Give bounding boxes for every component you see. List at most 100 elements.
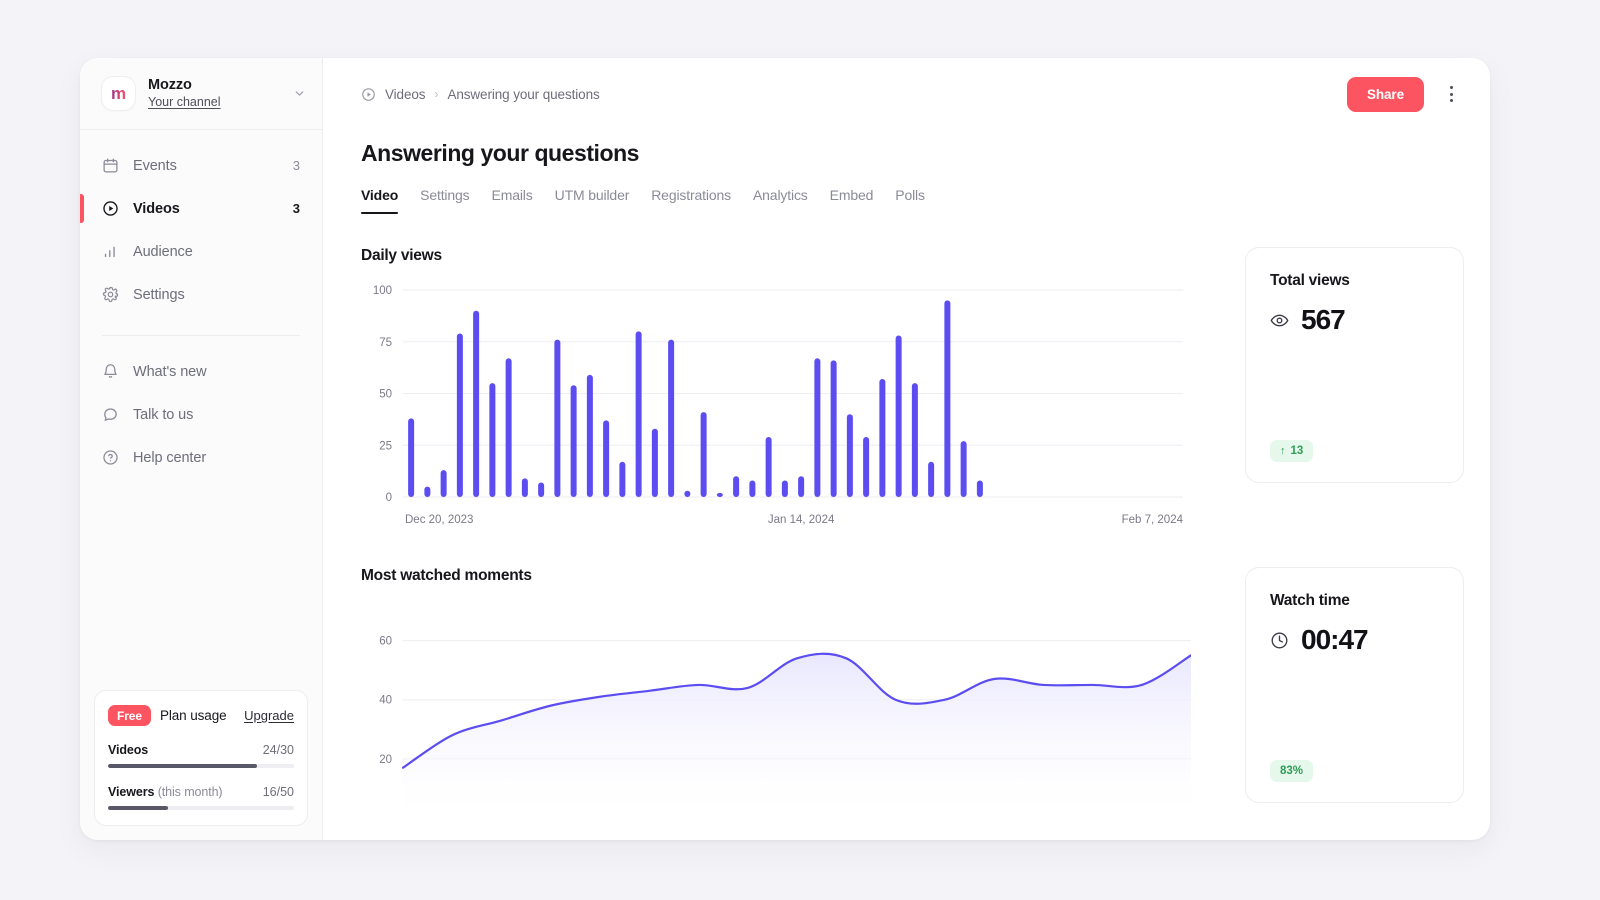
bar[interactable] <box>944 300 951 497</box>
sidebar-item-settings[interactable]: Settings <box>80 273 322 316</box>
daily-views-row: Daily views 0 25 50 75 100 Dec 20, 2023 Jan 14… <box>361 247 1464 537</box>
tab-analytics[interactable]: Analytics <box>753 187 808 214</box>
tab-utm-builder[interactable]: UTM builder <box>555 187 630 214</box>
bar[interactable] <box>603 420 610 497</box>
sidebar-item-audience[interactable]: Audience <box>80 230 322 273</box>
bar[interactable] <box>879 379 886 497</box>
usage-progress-videos <box>108 764 294 768</box>
kebab-menu-icon[interactable] <box>1438 79 1464 109</box>
app-window: m Mozzo Your channel Events 3 Videos 3 A… <box>80 58 1490 840</box>
bar[interactable] <box>700 412 707 497</box>
bar[interactable] <box>668 339 675 497</box>
usage-row-videos: Videos 24/30 <box>108 743 294 757</box>
bar[interactable] <box>586 374 593 497</box>
most-watched-area-chart[interactable]: 20 40 60 <box>361 603 1191 818</box>
bar[interactable] <box>798 476 805 497</box>
bar[interactable] <box>651 428 658 497</box>
tab-emails[interactable]: Emails <box>492 187 533 214</box>
sidebar-item-talk-to-us[interactable]: Talk to us <box>80 393 322 436</box>
area-fill <box>403 653 1191 818</box>
plan-usage-card: Free Plan usage Upgrade Videos 24/30 Vie… <box>94 690 308 826</box>
sidebar-item-label: Talk to us <box>133 406 194 423</box>
chat-bubble-icon <box>102 406 119 423</box>
bar[interactable] <box>570 385 577 497</box>
total-views-card: Total views 567 ↑ 13 <box>1245 247 1464 483</box>
bar[interactable] <box>749 480 756 497</box>
tab-registrations[interactable]: Registrations <box>651 187 731 214</box>
gear-icon <box>102 286 119 303</box>
bar[interactable] <box>716 492 723 497</box>
bar[interactable] <box>505 358 512 497</box>
breadcrumb: Videos › Answering your questions <box>361 87 1337 102</box>
bar[interactable] <box>619 461 626 497</box>
clock-icon <box>1270 631 1289 650</box>
brand-logo-letter: m <box>110 84 127 103</box>
total-views-value-row: 567 <box>1270 304 1439 336</box>
breadcrumb-parent[interactable]: Videos <box>385 87 426 102</box>
bar[interactable] <box>928 461 935 497</box>
y-axis-tick-label: 50 <box>379 389 392 401</box>
bar[interactable] <box>538 482 545 497</box>
sidebar-item-events[interactable]: Events 3 <box>80 144 322 187</box>
tab-video[interactable]: Video <box>361 187 398 214</box>
page-title: Answering your questions <box>361 140 640 166</box>
sidebar-item-videos[interactable]: Videos 3 <box>80 187 322 230</box>
bar[interactable] <box>733 476 740 497</box>
bar[interactable] <box>846 414 853 497</box>
plan-usage-header: Free Plan usage Upgrade <box>108 705 294 726</box>
top-bar: Videos › Answering your questions Share <box>323 58 1490 130</box>
trend-value: 13 <box>1290 445 1304 457</box>
brand-text: Mozzo Your channel <box>148 76 280 112</box>
daily-views-title: Daily views <box>361 247 442 264</box>
bar[interactable] <box>440 470 447 497</box>
x-axis-tick-label: Jan 14, 2024 <box>768 514 835 526</box>
bar[interactable] <box>960 441 967 497</box>
sidebar: m Mozzo Your channel Events 3 Videos 3 A… <box>80 58 323 840</box>
bar[interactable] <box>554 339 561 497</box>
usage-progress-viewers <box>108 806 294 810</box>
bar[interactable] <box>814 358 821 497</box>
bar[interactable] <box>781 480 788 497</box>
sidebar-item-label: What's new <box>133 363 207 380</box>
sidebar-item-whats-new[interactable]: What's new <box>80 350 322 393</box>
eye-icon <box>1270 311 1289 330</box>
watch-time-value-row: 00:47 <box>1270 624 1439 656</box>
bar[interactable] <box>424 486 431 497</box>
usage-label-note: (this month) <box>154 785 223 799</box>
bar[interactable] <box>911 383 918 497</box>
watch-time-trend-badge: 83% <box>1270 760 1314 782</box>
tab-settings[interactable]: Settings <box>420 187 470 214</box>
sidebar-item-help-center[interactable]: Help center <box>80 436 322 479</box>
bar[interactable] <box>830 360 837 497</box>
watch-time-value: 00:47 <box>1301 624 1369 655</box>
sidebar-divider <box>102 335 300 336</box>
total-views-title: Total views <box>1270 272 1350 289</box>
sidebar-nav: Events 3 Videos 3 Audience Settings What… <box>80 130 322 479</box>
most-watched-title: Most watched moments <box>361 567 532 584</box>
bar[interactable] <box>765 436 772 497</box>
bar[interactable] <box>489 383 496 497</box>
bar[interactable] <box>473 310 480 497</box>
bar[interactable] <box>456 333 463 497</box>
bar[interactable] <box>684 490 691 497</box>
bar[interactable] <box>635 331 642 497</box>
bar[interactable] <box>408 418 415 497</box>
y-axis-tick-label: 0 <box>386 492 392 504</box>
tab-polls[interactable]: Polls <box>895 187 925 214</box>
bar[interactable] <box>521 478 528 497</box>
bar-chart-icon <box>102 243 119 260</box>
daily-views-bar-chart[interactable]: 0 25 50 75 100 Dec 20, 2023 Jan 14, 2024 Feb 7,… <box>361 282 1191 537</box>
bar[interactable] <box>863 436 870 497</box>
share-button[interactable]: Share <box>1346 76 1424 112</box>
bar[interactable] <box>895 335 902 497</box>
kebab-dot <box>1449 86 1453 89</box>
brand-subtitle[interactable]: Your channel <box>148 94 280 112</box>
total-views-trend-badge: ↑ 13 <box>1270 440 1314 462</box>
upgrade-link[interactable]: Upgrade <box>244 708 294 723</box>
tab-embed[interactable]: Embed <box>830 187 874 214</box>
bar[interactable] <box>976 480 983 497</box>
chevron-down-icon[interactable] <box>293 87 306 100</box>
brand-switcher[interactable]: m Mozzo Your channel <box>80 58 322 130</box>
